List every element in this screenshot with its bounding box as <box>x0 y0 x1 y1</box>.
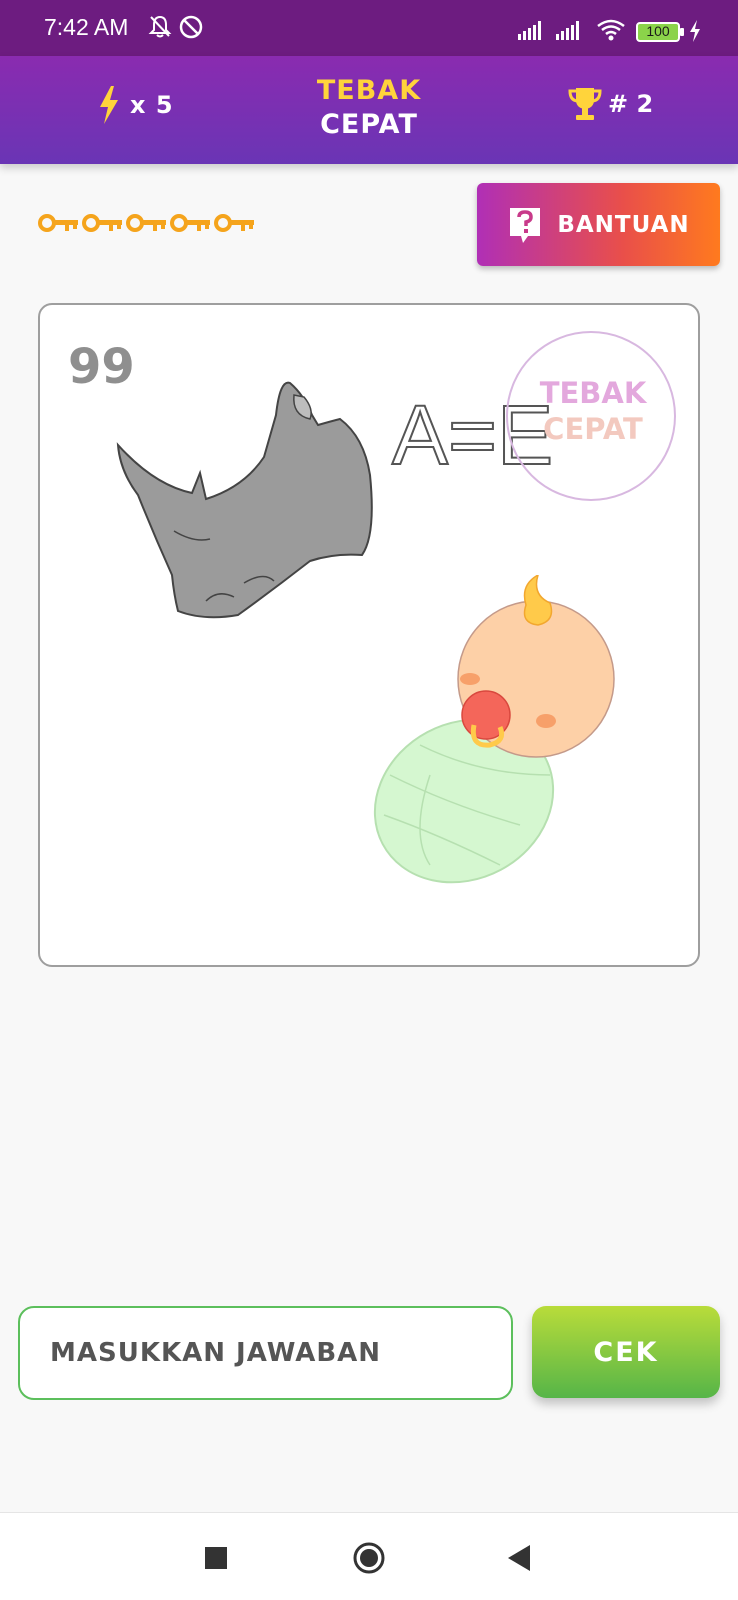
status-bar: 7:42 AM 100 <box>0 0 738 56</box>
back-triangle-icon[interactable] <box>508 1545 532 1571</box>
question-icon <box>510 207 541 243</box>
signal-icon <box>556 21 579 40</box>
check-button-label: CEK <box>593 1336 659 1368</box>
baby-image <box>373 575 615 884</box>
watermark-line1: TEBAK <box>539 376 647 410</box>
app-header: x 5 TEBAK CEPAT # 2 <box>0 56 738 164</box>
key-icon <box>126 214 166 232</box>
wifi-icon <box>597 19 625 41</box>
question-card: 99 A=E TEBAK CEPAT <box>38 303 700 967</box>
check-button[interactable]: CEK <box>532 1306 720 1398</box>
status-time: 7:42 AM <box>44 14 129 40</box>
help-button[interactable]: BANTUAN <box>477 183 720 266</box>
system-nav-bar <box>0 1512 738 1600</box>
battery-icon: 100 <box>636 22 684 42</box>
recents-square-icon[interactable] <box>205 1547 227 1569</box>
keys-row <box>38 212 256 234</box>
help-button-label: BANTUAN <box>557 211 690 238</box>
trophy-icon <box>568 88 602 120</box>
charging-icon <box>690 20 700 42</box>
rank-display: # 2 <box>568 86 653 122</box>
do-not-disturb-icon <box>179 15 203 39</box>
bell-off-icon <box>148 15 172 38</box>
key-icon <box>214 214 254 232</box>
answer-field[interactable] <box>18 1306 513 1400</box>
key-icon <box>170 214 210 232</box>
answer-input[interactable] <box>20 1308 511 1398</box>
rhino-image <box>116 381 373 619</box>
key-icon <box>38 214 78 232</box>
rank-value: # 2 <box>608 90 654 118</box>
key-icon <box>82 214 122 232</box>
watermark-line2: CEPAT <box>543 412 643 446</box>
battery-level: 100 <box>646 23 670 39</box>
home-circle-icon[interactable] <box>352 1541 386 1575</box>
signal-icon <box>518 21 541 40</box>
watermark-logo: TEBAK CEPAT <box>506 331 676 501</box>
app-screen: 7:42 AM 100 x 5 TEBAK CEPAT # 2 BANTUAN … <box>0 0 738 1600</box>
